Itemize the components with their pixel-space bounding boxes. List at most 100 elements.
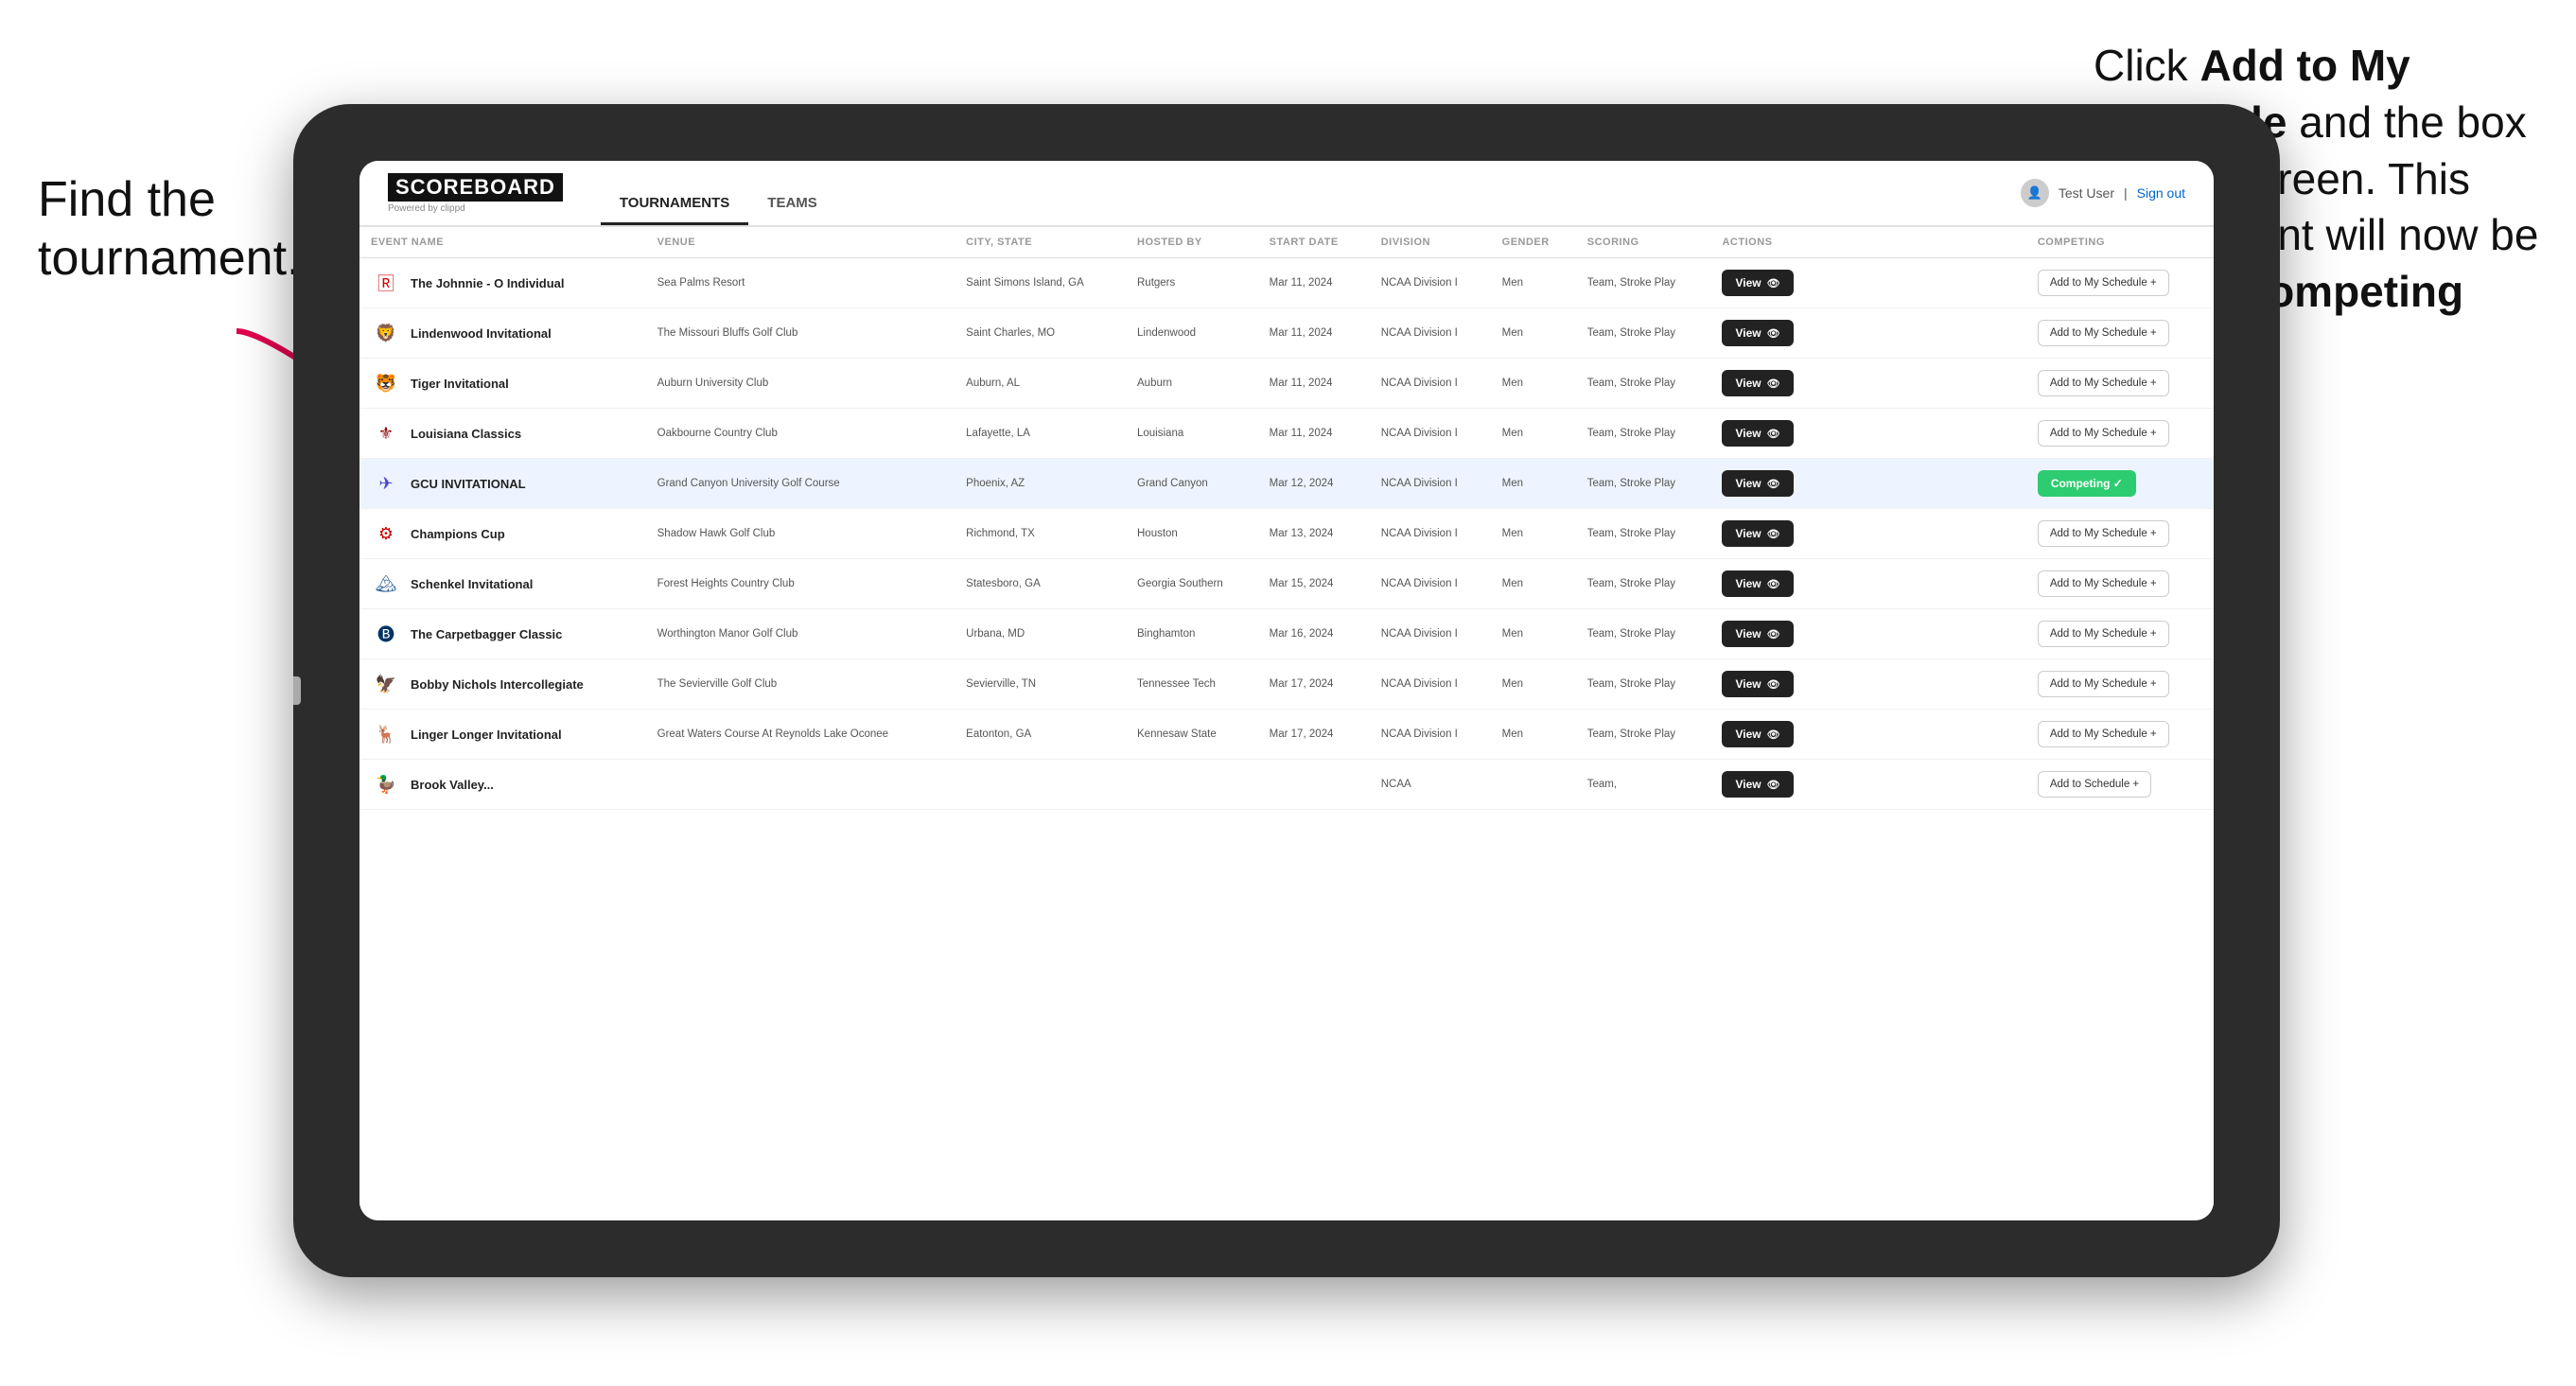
avatar: 👤 [2021,179,2049,207]
view-button[interactable]: View 👁 [1722,420,1793,447]
team-logo: 🐯 [371,368,401,398]
eye-icon: 👁 [1767,678,1780,691]
table-row: ⚜ Louisiana Classics Oakbourne Country C… [359,409,2214,459]
scoring-cell: Team, Stroke Play [1576,609,1711,659]
division-cell: NCAA Division I [1370,509,1491,559]
team-logo: 🦆 [371,769,401,799]
add-to-schedule-button[interactable]: Add to Schedule + [2038,771,2151,798]
city-state-cell: Richmond, TX [955,509,1126,559]
city-state-cell: Saint Simons Island, GA [955,258,1126,308]
city-state-cell [955,760,1126,810]
table-row: 🦅 Bobby Nichols Intercollegiate The Sevi… [359,659,2214,710]
actions-cell: View 👁 [1710,409,2025,459]
add-to-schedule-button[interactable]: Add to My Schedule + [2038,320,2169,346]
col-competing: COMPETING [2026,227,2214,258]
view-button[interactable]: View 👁 [1722,621,1793,647]
division-cell: NCAA [1370,760,1491,810]
event-name-text: Champions Cup [411,527,505,541]
venue-cell: Shadow Hawk Golf Club [646,509,955,559]
scoring-cell: Team, Stroke Play [1576,459,1711,509]
start-date-cell: Mar 15, 2024 [1258,559,1370,609]
team-logo: 🅑 [371,619,401,649]
gender-cell: Men [1491,659,1576,710]
gender-cell: Men [1491,308,1576,359]
annotation-left: Find the tournament. [38,170,301,289]
view-button[interactable]: View 👁 [1722,470,1793,497]
event-name-text: GCU INVITATIONAL [411,477,526,491]
division-cell: NCAA Division I [1370,308,1491,359]
scoring-cell: Team, Stroke Play [1576,409,1711,459]
start-date-cell: Mar 17, 2024 [1258,710,1370,760]
col-venue: VENUE [646,227,955,258]
col-hosted-by: HOSTED BY [1126,227,1258,258]
sign-out-link[interactable]: Sign out [2137,185,2185,201]
view-button[interactable]: View 👁 [1722,520,1793,547]
city-state-cell: Phoenix, AZ [955,459,1126,509]
table-row: 🐯 Tiger Invitational Auburn University C… [359,359,2214,409]
event-name-text: Tiger Invitational [411,377,509,391]
table-row: 🦁 Lindenwood Invitational The Missouri B… [359,308,2214,359]
division-cell: NCAA Division I [1370,409,1491,459]
add-to-schedule-button[interactable]: Add to My Schedule + [2038,721,2169,747]
user-name: Test User [2059,185,2114,201]
eye-icon: 👁 [1767,327,1780,340]
hosted-by-cell: Houston [1126,509,1258,559]
gender-cell: Men [1491,710,1576,760]
start-date-cell: Mar 16, 2024 [1258,609,1370,659]
view-button[interactable]: View 👁 [1722,671,1793,697]
competing-button[interactable]: Competing ✓ [2038,470,2136,497]
actions-cell: View 👁 [1710,559,2025,609]
start-date-cell: Mar 11, 2024 [1258,409,1370,459]
col-actions: ACTIONS [1710,227,2025,258]
city-state-cell: Lafayette, LA [955,409,1126,459]
add-to-schedule-button[interactable]: Add to My Schedule + [2038,621,2169,647]
start-date-cell: Mar 11, 2024 [1258,258,1370,308]
scoring-cell: Team, Stroke Play [1576,509,1711,559]
event-name-text: The Johnnie - O Individual [411,276,565,290]
event-name-cell-3: ⚜ Louisiana Classics [359,409,646,459]
add-to-schedule-button[interactable]: Add to My Schedule + [2038,570,2169,597]
eye-icon: 👁 [1767,628,1780,640]
add-to-schedule-button[interactable]: Add to My Schedule + [2038,671,2169,697]
view-button[interactable]: View 👁 [1722,721,1793,747]
gender-cell [1491,760,1576,810]
team-logo: ✈ [371,468,401,499]
venue-cell: The Missouri Bluffs Golf Club [646,308,955,359]
view-button[interactable]: View 👁 [1722,320,1793,346]
venue-cell [646,760,955,810]
view-button[interactable]: View 👁 [1722,570,1793,597]
venue-cell: Auburn University Club [646,359,955,409]
division-cell: NCAA Division I [1370,609,1491,659]
view-button[interactable]: View 👁 [1722,771,1793,798]
tablet-frame: SCOREBOARD Powered by clippd TOURNAMENTS… [293,104,2280,1277]
view-button[interactable]: View 👁 [1722,370,1793,396]
city-state-cell: Urbana, MD [955,609,1126,659]
competing-cell: Add to Schedule + [2026,760,2214,810]
tab-tournaments[interactable]: TOURNAMENTS [601,161,748,225]
tab-teams[interactable]: TEAMS [748,161,836,225]
division-cell: NCAA Division I [1370,359,1491,409]
team-logo: 🦅 [371,669,401,699]
add-to-schedule-button[interactable]: Add to My Schedule + [2038,270,2169,296]
gender-cell: Men [1491,359,1576,409]
event-name-cell-7: 🅑 The Carpetbagger Classic [359,609,646,659]
col-division: DIVISION [1370,227,1491,258]
eye-icon: 👁 [1767,478,1780,490]
add-to-schedule-button[interactable]: Add to My Schedule + [2038,420,2169,447]
event-name-cell-8: 🦅 Bobby Nichols Intercollegiate [359,659,646,710]
actions-cell: View 👁 [1710,609,2025,659]
division-cell: NCAA Division I [1370,710,1491,760]
view-button[interactable]: View 👁 [1722,270,1793,296]
city-state-cell: Sevierville, TN [955,659,1126,710]
hosted-by-cell [1126,760,1258,810]
add-to-schedule-button[interactable]: Add to My Schedule + [2038,520,2169,547]
eye-icon: 👁 [1767,428,1780,440]
add-to-schedule-button[interactable]: Add to My Schedule + [2038,370,2169,396]
venue-cell: Grand Canyon University Golf Course [646,459,955,509]
logo-text: SCOREBOARD [388,173,563,202]
hosted-by-cell: Tennessee Tech [1126,659,1258,710]
table-row: 🅑 The Carpetbagger Classic Worthington M… [359,609,2214,659]
col-start-date: START DATE [1258,227,1370,258]
gender-cell: Men [1491,459,1576,509]
competing-cell: Add to My Schedule + [2026,710,2214,760]
